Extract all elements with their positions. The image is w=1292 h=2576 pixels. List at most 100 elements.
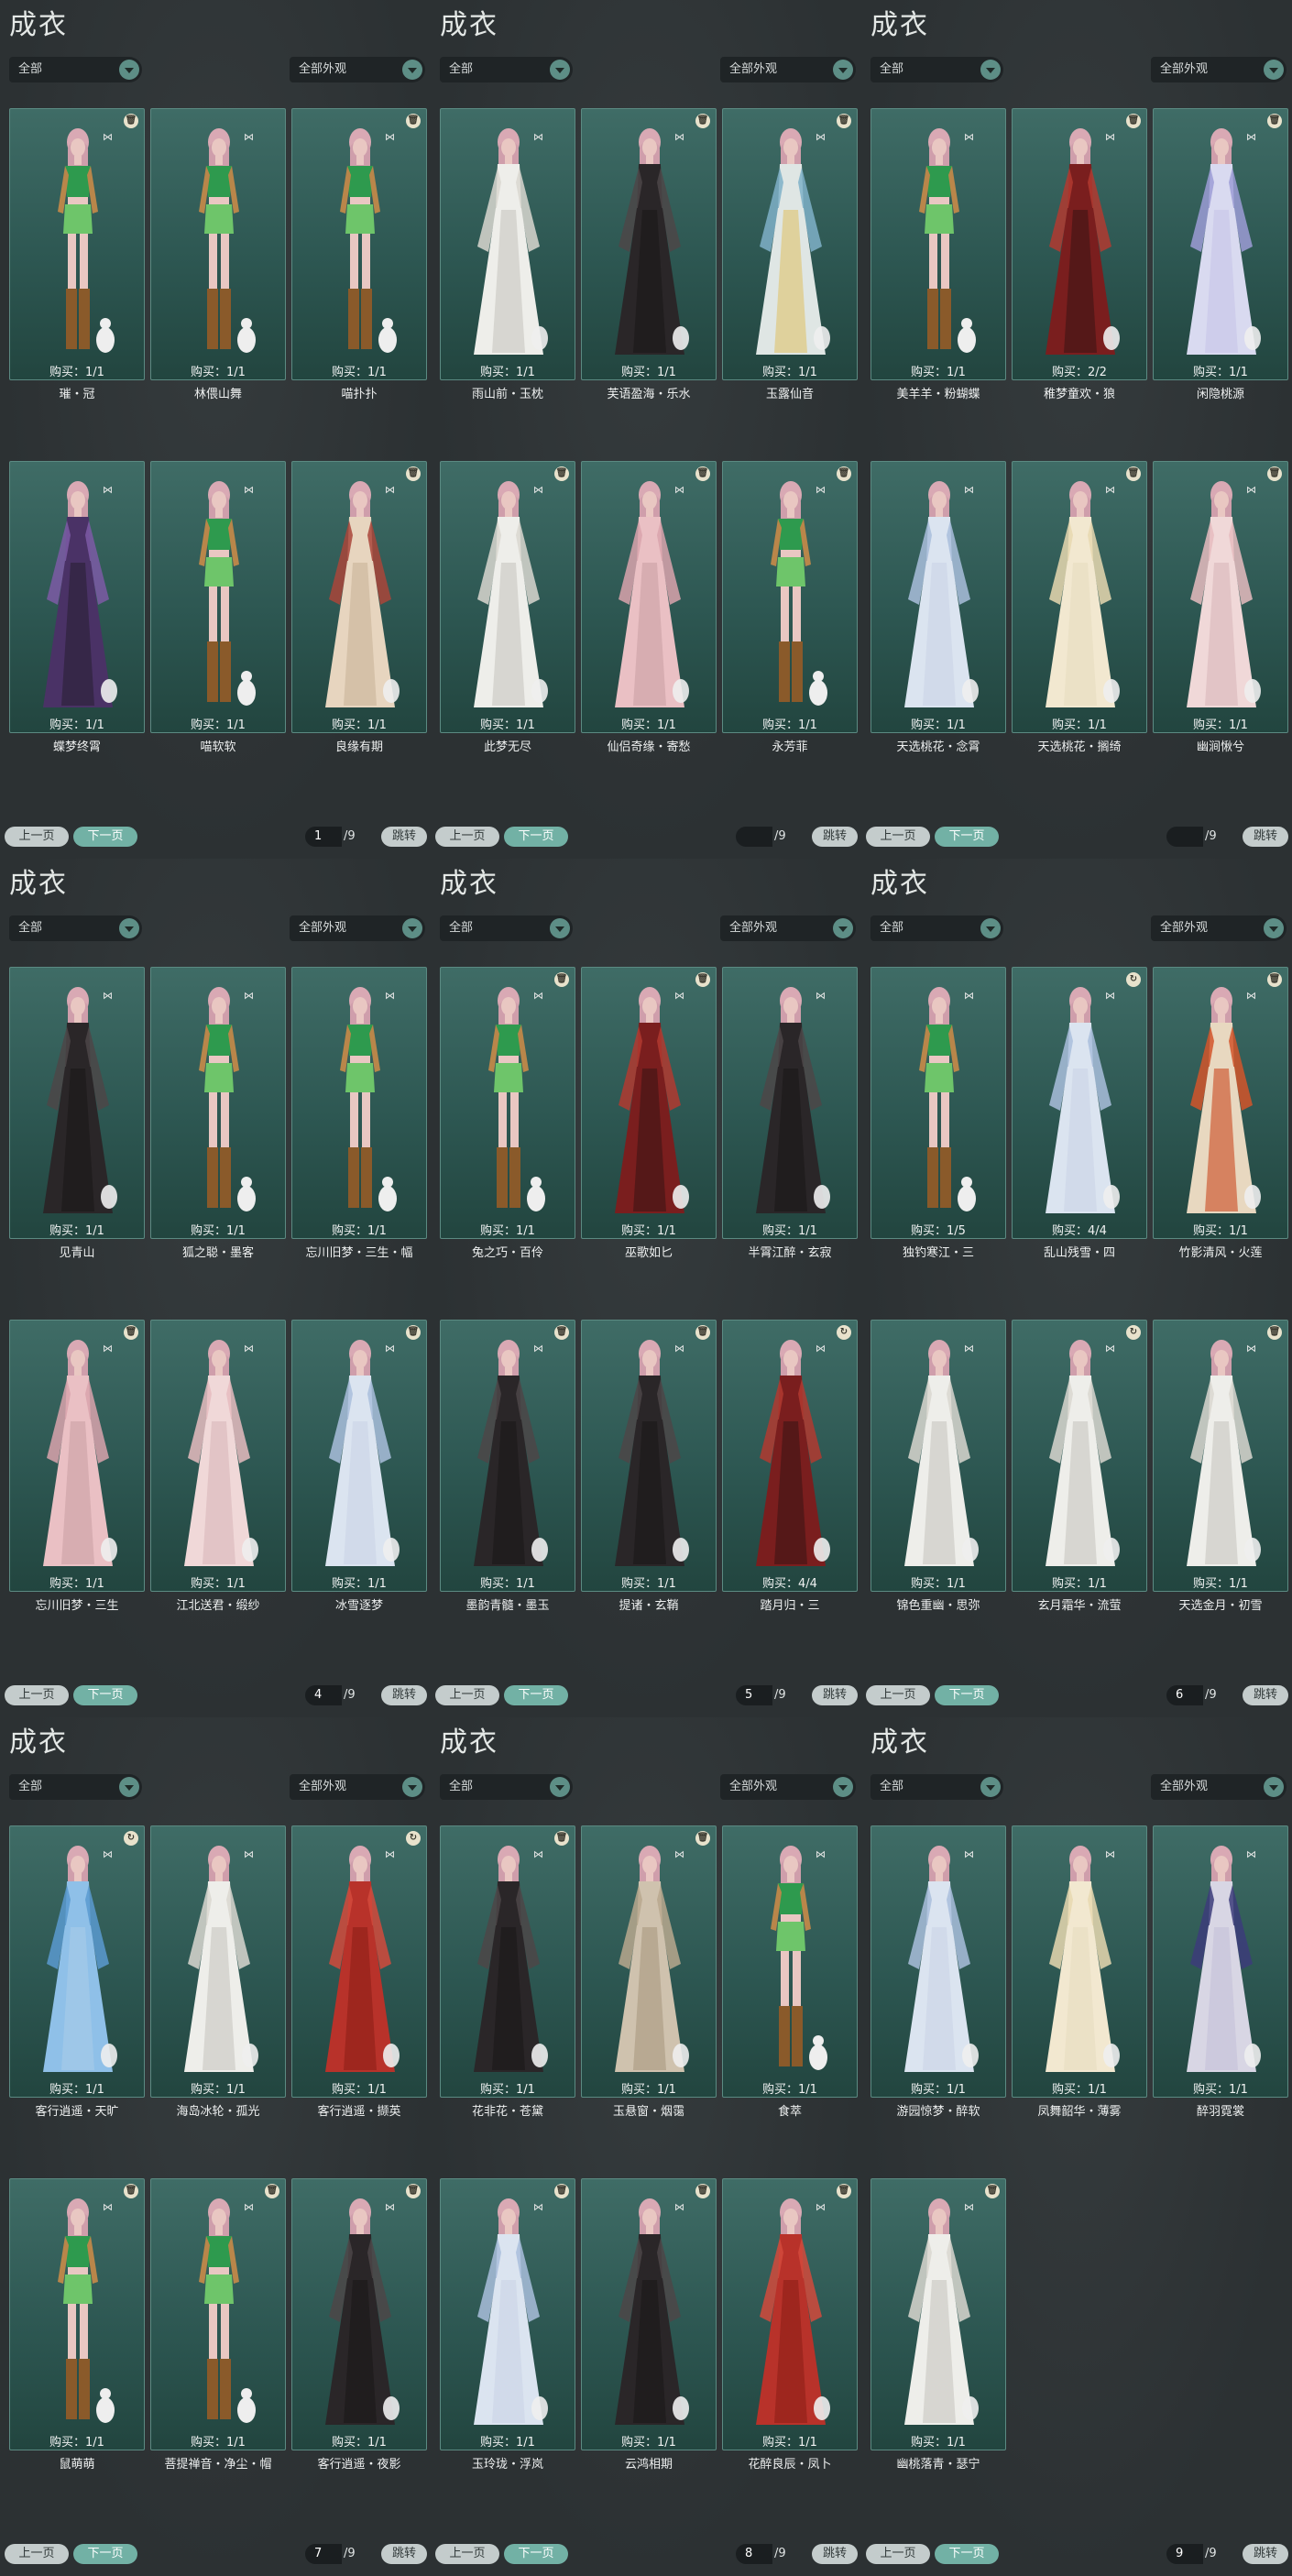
outfit-card[interactable]: ⋈ 购买：1/1 食萃 — [722, 1825, 858, 2119]
jump-button[interactable]: 跳转 — [812, 1685, 858, 1705]
jump-button[interactable]: 跳转 — [1243, 1685, 1288, 1705]
outfit-card[interactable]: ↻ ⋈ 购买：1/1 玄月霜华・流萤 — [1012, 1320, 1147, 1613]
category-dropdown[interactable]: 全部 — [9, 57, 142, 82]
outfit-card[interactable]: 🗑 ⋈ 购买：1/1 喵扑扑 — [291, 108, 427, 401]
jump-button[interactable]: 跳转 — [381, 827, 427, 847]
outfit-card[interactable]: 🗑 ⋈ 购买：1/1 兔之巧・百伶 — [440, 967, 575, 1260]
outfit-card[interactable]: 🗑 ⋈ 购买：1/1 永芳菲 — [722, 461, 858, 754]
outfit-card[interactable]: 🗑 ⋈ 购买：1/1 客行逍遥・夜影 — [291, 2178, 427, 2472]
outfit-card[interactable]: ⋈ 购买：1/1 狐之聪・墨客 — [150, 967, 286, 1260]
outfit-card[interactable]: ⋈ 购买：1/1 喵软软 — [150, 461, 286, 754]
page-number-input[interactable]: 8 — [736, 2544, 772, 2564]
next-page-button[interactable]: 下一页 — [73, 2544, 137, 2564]
category-dropdown[interactable]: 全部 — [870, 1774, 1003, 1800]
appearance-dropdown[interactable]: 全部外观 — [1151, 1774, 1287, 1800]
prev-page-button[interactable]: 上一页 — [435, 827, 499, 847]
outfit-card[interactable]: ⋈ 购买：1/1 半霄江醉・玄寂 — [722, 967, 858, 1260]
outfit-card[interactable]: 🗑 ⋈ 购买：1/1 幽涧愀兮 — [1153, 461, 1288, 754]
next-page-button[interactable]: 下一页 — [504, 1685, 568, 1705]
prev-page-button[interactable]: 上一页 — [5, 2544, 69, 2564]
outfit-card[interactable]: ⋈ 购买：1/1 海岛冰轮・孤光 — [150, 1825, 286, 2119]
outfit-card[interactable]: 🗑 ⋈ 购买：1/1 良缘有期 — [291, 461, 427, 754]
next-page-button[interactable]: 下一页 — [935, 2544, 999, 2564]
outfit-card[interactable]: 🗑 ⋈ 购买：1/1 鼠萌萌 — [9, 2178, 145, 2472]
outfit-card[interactable]: 🗑 ⋈ 购买：1/1 玉玲珑・浮岚 — [440, 2178, 575, 2472]
outfit-card[interactable]: ⋈ 购买：1/1 凤舞韶华・薄雾 — [1012, 1825, 1147, 2119]
jump-button[interactable]: 跳转 — [1243, 827, 1288, 847]
outfit-card[interactable]: 🗑 ⋈ 购买：1/1 花非花・苍黛 — [440, 1825, 575, 2119]
outfit-card[interactable]: ⋈ 购买：1/1 见青山 — [9, 967, 145, 1260]
outfit-card[interactable]: 🗑 ⋈ 购买：1/1 天选桃花・搁绮 — [1012, 461, 1147, 754]
prev-page-button[interactable]: 上一页 — [866, 827, 930, 847]
page-number-input[interactable]: 6 — [1166, 1685, 1203, 1705]
prev-page-button[interactable]: 上一页 — [866, 2544, 930, 2564]
page-number-input[interactable]: 9 — [1166, 2544, 1203, 2564]
outfit-card[interactable]: 🗑 ⋈ 购买：2/2 稚梦童欢・狼 — [1012, 108, 1147, 401]
next-page-button[interactable]: 下一页 — [504, 2544, 568, 2564]
page-number-input[interactable] — [736, 827, 772, 847]
prev-page-button[interactable]: 上一页 — [435, 1685, 499, 1705]
jump-button[interactable]: 跳转 — [381, 2544, 427, 2564]
category-dropdown[interactable]: 全部 — [870, 57, 1003, 82]
outfit-card[interactable]: 🗑 ⋈ 购买：1/1 仙侣奇缘・寄愁 — [581, 461, 717, 754]
outfit-card[interactable]: ⋈ 购买：1/1 醉羽霓裳 — [1153, 1825, 1288, 2119]
outfit-card[interactable]: ⋈ 购买：1/1 江北送君・缎纱 — [150, 1320, 286, 1613]
outfit-card[interactable]: ⋈ 购买：1/5 独钓寒江・三 — [870, 967, 1006, 1260]
outfit-card[interactable]: ⋈ 购买：1/1 游园惊梦・醉软 — [870, 1825, 1006, 2119]
outfit-card[interactable]: ⋈ 购买：1/1 锦色重幽・思弥 — [870, 1320, 1006, 1613]
outfit-card[interactable]: 🗑 ⋈ 购买：1/1 闲隐桃源 — [1153, 108, 1288, 401]
jump-button[interactable]: 跳转 — [1243, 2544, 1288, 2564]
outfit-card[interactable]: ⋈ 购买：1/1 天选桃花・念霄 — [870, 461, 1006, 754]
outfit-card[interactable]: 🗑 ⋈ 购买：1/1 墨韵青髓・墨玉 — [440, 1320, 575, 1613]
outfit-card[interactable]: 🗑 ⋈ 购买：1/1 芙语盈海・乐水 — [581, 108, 717, 401]
outfit-card[interactable]: 🗑 ⋈ 购买：1/1 竹影清风・火莲 — [1153, 967, 1288, 1260]
page-number-input[interactable] — [1166, 827, 1203, 847]
prev-page-button[interactable]: 上一页 — [435, 2544, 499, 2564]
outfit-card[interactable]: 🗑 ⋈ 购买：1/1 花醉良辰・凤卜 — [722, 2178, 858, 2472]
category-dropdown[interactable]: 全部 — [440, 1774, 573, 1800]
page-number-input[interactable]: 1 — [305, 827, 342, 847]
prev-page-button[interactable]: 上一页 — [866, 1685, 930, 1705]
outfit-card[interactable]: ⋈ 购买：1/1 雨山前・玉枕 — [440, 108, 575, 401]
next-page-button[interactable]: 下一页 — [73, 1685, 137, 1705]
outfit-card[interactable]: ↻ ⋈ 购买：4/4 踏月归・三 — [722, 1320, 858, 1613]
outfit-card[interactable]: 🗑 ⋈ 购买：1/1 菩提禅音・净尘・帽 — [150, 2178, 286, 2472]
outfit-card[interactable]: 🗑 ⋈ 购买：1/1 璀・冠 — [9, 108, 145, 401]
outfit-card[interactable]: 🗑 ⋈ 购买：1/1 玉露仙音 — [722, 108, 858, 401]
prev-page-button[interactable]: 上一页 — [5, 1685, 69, 1705]
outfit-card[interactable]: 🗑 ⋈ 购买：1/1 巫歌如匕 — [581, 967, 717, 1260]
outfit-card[interactable]: 🗑 ⋈ 购买：1/1 云鸿相期 — [581, 2178, 717, 2472]
next-page-button[interactable]: 下一页 — [504, 827, 568, 847]
outfit-card[interactable]: ⋈ 购买：1/1 美羊羊・粉蝴蝶 — [870, 108, 1006, 401]
next-page-button[interactable]: 下一页 — [935, 1685, 999, 1705]
appearance-dropdown[interactable]: 全部外观 — [720, 1774, 856, 1800]
category-dropdown[interactable]: 全部 — [440, 57, 573, 82]
outfit-card[interactable]: ↻ ⋈ 购买：4/4 乱山残雪・四 — [1012, 967, 1147, 1260]
outfit-card[interactable]: 🗑 ⋈ 购买：1/1 幽桃落青・瑟宁 — [870, 2178, 1006, 2472]
appearance-dropdown[interactable]: 全部外观 — [1151, 915, 1287, 941]
outfit-card[interactable]: ⋈ 购买：1/1 林偎山舞 — [150, 108, 286, 401]
category-dropdown[interactable]: 全部 — [440, 915, 573, 941]
appearance-dropdown[interactable]: 全部外观 — [290, 915, 425, 941]
page-number-input[interactable]: 5 — [736, 1685, 772, 1705]
appearance-dropdown[interactable]: 全部外观 — [720, 915, 856, 941]
next-page-button[interactable]: 下一页 — [73, 827, 137, 847]
outfit-card[interactable]: ⋈ 购买：1/1 忘川旧梦・三生・幅 — [291, 967, 427, 1260]
page-number-input[interactable]: 4 — [305, 1685, 342, 1705]
outfit-card[interactable]: 🗑 ⋈ 购买：1/1 提诸・玄鞘 — [581, 1320, 717, 1613]
appearance-dropdown[interactable]: 全部外观 — [1151, 57, 1287, 82]
jump-button[interactable]: 跳转 — [381, 1685, 427, 1705]
outfit-card[interactable]: ↻ ⋈ 购买：1/1 客行逍遥・撷英 — [291, 1825, 427, 2119]
outfit-card[interactable]: 🗑 ⋈ 购买：1/1 忘川旧梦・三生 — [9, 1320, 145, 1613]
appearance-dropdown[interactable]: 全部外观 — [290, 57, 425, 82]
outfit-card[interactable]: ⋈ 购买：1/1 蝶梦终霄 — [9, 461, 145, 754]
jump-button[interactable]: 跳转 — [812, 2544, 858, 2564]
outfit-card[interactable]: ↻ ⋈ 购买：1/1 客行逍遥・天旷 — [9, 1825, 145, 2119]
outfit-card[interactable]: 🗑 ⋈ 购买：1/1 天选金月・初雪 — [1153, 1320, 1288, 1613]
outfit-card[interactable]: 🗑 ⋈ 购买：1/1 此梦无尽 — [440, 461, 575, 754]
category-dropdown[interactable]: 全部 — [870, 915, 1003, 941]
jump-button[interactable]: 跳转 — [812, 827, 858, 847]
category-dropdown[interactable]: 全部 — [9, 1774, 142, 1800]
outfit-card[interactable]: 🗑 ⋈ 购买：1/1 玉悬窗・烟霭 — [581, 1825, 717, 2119]
category-dropdown[interactable]: 全部 — [9, 915, 142, 941]
